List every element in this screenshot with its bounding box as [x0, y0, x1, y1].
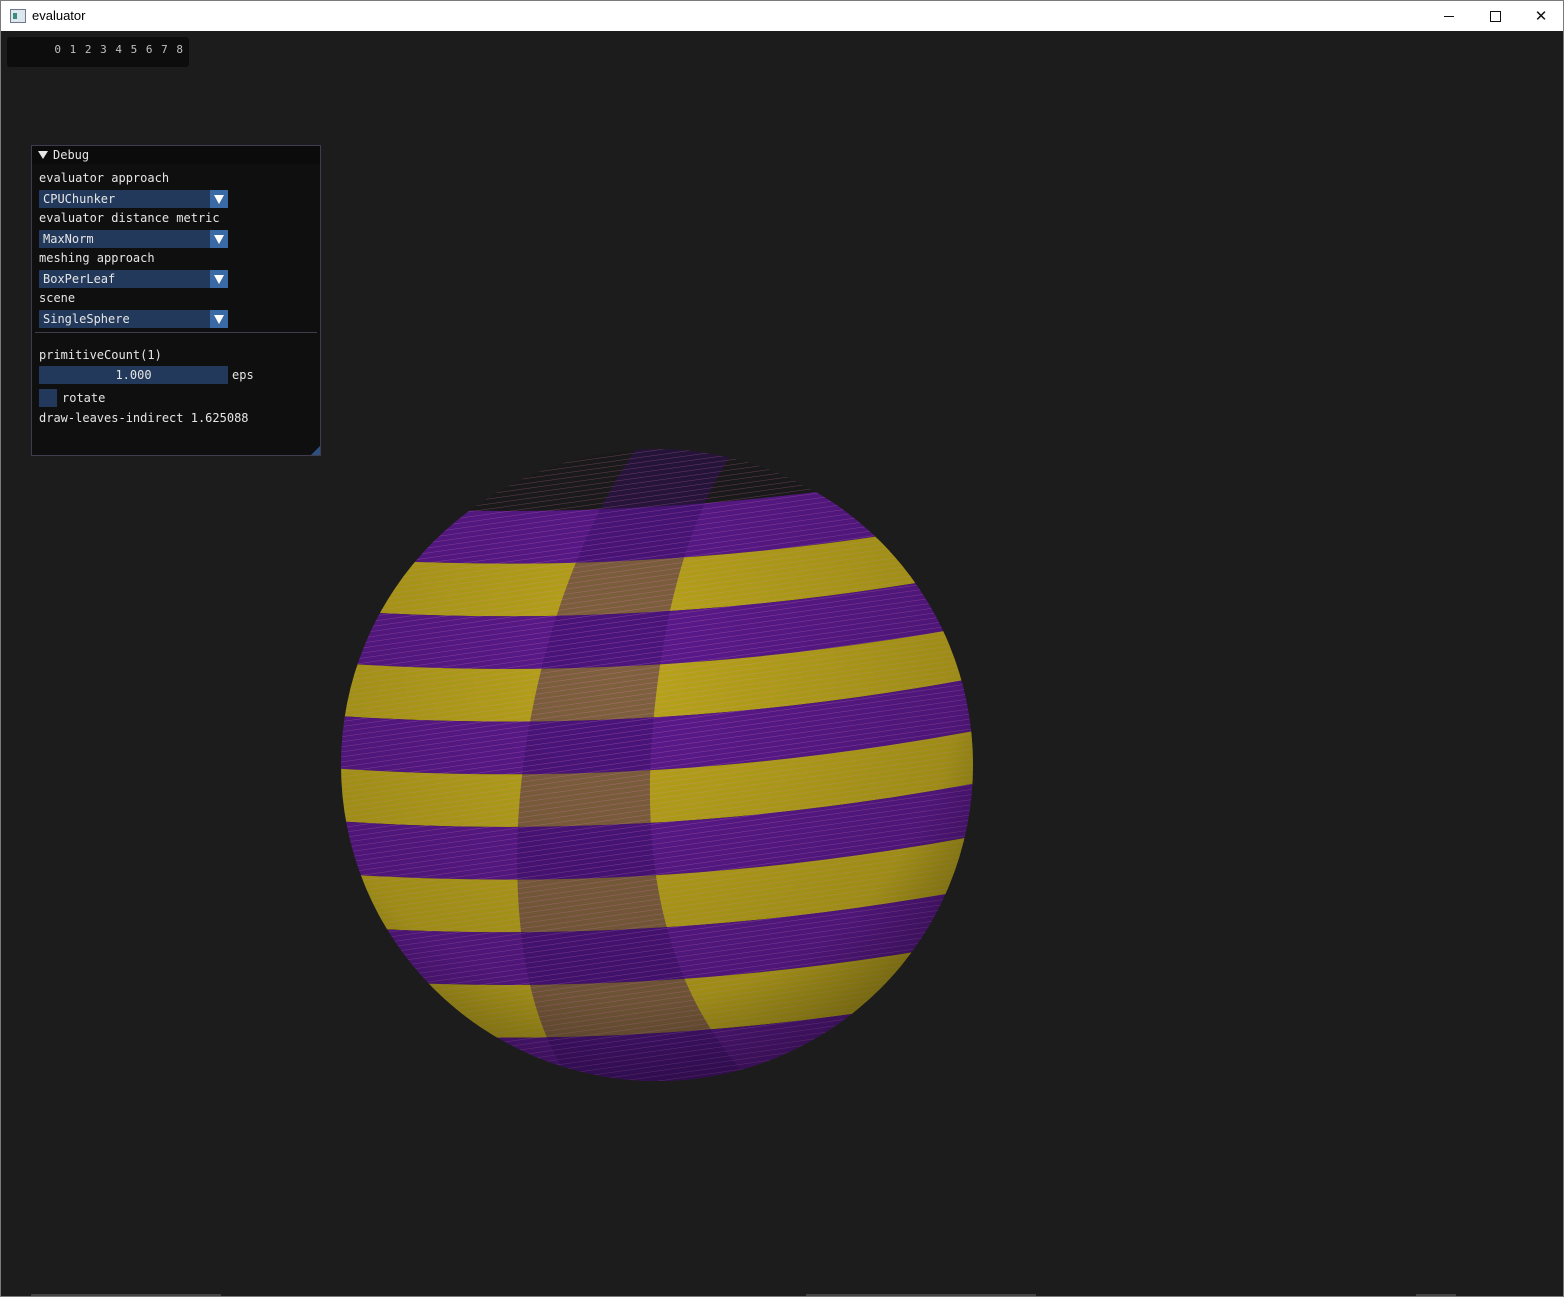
- bottom-status-line: [1416, 1294, 1456, 1296]
- scene-dropdown-button[interactable]: [210, 310, 228, 328]
- meshing-approach-combo[interactable]: BoxPerLeaf: [39, 270, 228, 288]
- evaluator-approach-combo[interactable]: CPUChunker: [39, 190, 228, 208]
- rotate-label: rotate: [62, 391, 106, 405]
- resize-grip[interactable]: [311, 446, 320, 455]
- debug-panel-title: Debug: [53, 148, 90, 162]
- meshing-approach-label: meshing approach: [39, 251, 155, 265]
- dropdown-arrow-icon: [214, 314, 224, 324]
- evaluator-approach-value: CPUChunker: [43, 192, 116, 206]
- lod-level-digits: 0 1 2 3 4 5 6 7 8: [54, 43, 184, 56]
- distance-metric-value: MaxNorm: [43, 232, 94, 246]
- collapse-triangle-icon[interactable]: [38, 151, 48, 159]
- scene-label: scene: [39, 291, 76, 305]
- evaluator-approach-dropdown-button[interactable]: [210, 190, 228, 208]
- scene-combo[interactable]: SingleSphere: [39, 310, 228, 328]
- separator: [35, 332, 317, 333]
- close-icon: ✕: [1534, 7, 1548, 25]
- maximize-icon: [1489, 10, 1501, 22]
- timing-text: draw-leaves-indirect 1.625088: [39, 411, 249, 425]
- close-button[interactable]: ✕: [1518, 1, 1563, 31]
- lod-level-bar: 0 1 2 3 4 5 6 7 8: [7, 37, 189, 67]
- meshing-approach-value: BoxPerLeaf: [43, 272, 116, 286]
- debug-panel-header[interactable]: Debug: [32, 146, 320, 164]
- app-icon: [10, 9, 26, 23]
- meshing-approach-dropdown-button[interactable]: [210, 270, 228, 288]
- debug-panel[interactable]: Debug evaluator approach CPUChunker eval…: [31, 145, 321, 456]
- distance-metric-combo[interactable]: MaxNorm: [39, 230, 228, 248]
- window-title: evaluator: [32, 8, 86, 23]
- render-viewport[interactable]: 0 1 2 3 4 5 6 7 8 Debug evaluator approa…: [1, 32, 1563, 1296]
- bottom-status-line: [806, 1294, 1036, 1296]
- scene-value: SingleSphere: [43, 312, 130, 326]
- rotate-checkbox[interactable]: [39, 389, 57, 407]
- dropdown-arrow-icon: [214, 274, 224, 284]
- eps-drag-input[interactable]: 1.000: [39, 366, 228, 384]
- eps-label: eps: [232, 368, 254, 382]
- distance-metric-label: evaluator distance metric: [39, 211, 220, 225]
- bottom-status-line: [31, 1294, 221, 1296]
- app-window: evaluator ✕ 0 1 2 3 4 5 6 7 8 Debug eval…: [0, 0, 1564, 1297]
- evaluator-approach-label: evaluator approach: [39, 171, 170, 185]
- eps-value: 1.000: [115, 368, 152, 382]
- dropdown-arrow-icon: [214, 234, 224, 244]
- title-bar[interactable]: evaluator ✕: [1, 1, 1563, 31]
- dropdown-arrow-icon: [214, 194, 224, 204]
- distance-metric-dropdown-button[interactable]: [210, 230, 228, 248]
- minimize-button[interactable]: [1426, 1, 1472, 31]
- minimize-icon: [1444, 15, 1454, 17]
- primitive-count-text: primitiveCount(1): [39, 348, 162, 362]
- maximize-button[interactable]: [1472, 1, 1518, 31]
